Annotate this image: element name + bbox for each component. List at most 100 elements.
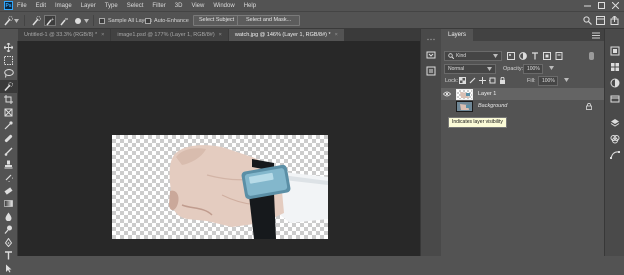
subtract-from-selection-button[interactable] bbox=[58, 15, 70, 26]
opacity-chevron-icon[interactable] bbox=[549, 66, 554, 70]
brush-size-picker[interactable] bbox=[74, 15, 89, 26]
menu-image[interactable]: Image bbox=[55, 3, 72, 9]
share-button[interactable] bbox=[610, 15, 619, 26]
right-panel-strip bbox=[604, 29, 624, 256]
add-to-selection-button[interactable]: + bbox=[44, 15, 56, 26]
eyedropper-tool[interactable] bbox=[0, 119, 17, 132]
history-panel-button[interactable] bbox=[421, 47, 441, 63]
channels-panel-button[interactable] bbox=[605, 131, 624, 147]
smart-object-filter-icon[interactable] bbox=[555, 52, 563, 60]
lasso-tool[interactable] bbox=[0, 67, 17, 80]
pen-tool[interactable] bbox=[0, 236, 17, 249]
search-button[interactable] bbox=[583, 15, 592, 26]
close-icon[interactable] bbox=[608, 0, 622, 11]
maximize-icon[interactable] bbox=[594, 0, 608, 11]
gradient-tool[interactable] bbox=[0, 197, 17, 210]
tab-untitled-1[interactable]: Untitled-1 @ 33.3% (RGB/8) * × bbox=[18, 29, 111, 41]
layer-row-layer-1[interactable]: Layer 1 bbox=[441, 88, 604, 100]
layer-kind-filter[interactable]: Kind bbox=[444, 51, 502, 61]
color-panel-button[interactable] bbox=[605, 43, 624, 59]
blend-mode-select[interactable]: Normal bbox=[444, 64, 496, 74]
share-icon bbox=[610, 16, 619, 25]
fill-chevron-icon[interactable] bbox=[564, 78, 569, 82]
pen-icon bbox=[4, 238, 13, 247]
separator bbox=[24, 15, 25, 26]
menu-window[interactable]: Window bbox=[213, 3, 234, 9]
tab-watch[interactable]: watch.jpg @ 146% (Layer 1, RGB/8#) * × bbox=[228, 29, 344, 41]
menu-3d[interactable]: 3D bbox=[175, 3, 183, 9]
swatches-panel-button[interactable] bbox=[605, 59, 624, 75]
menu-bar: Ps File Edit Image Layer Type Select Fil… bbox=[0, 0, 624, 11]
lock-image-pixels-icon[interactable] bbox=[469, 77, 476, 84]
tab-close-icon[interactable]: × bbox=[219, 32, 222, 38]
lock-all-icon[interactable] bbox=[499, 77, 506, 84]
brush-tool[interactable] bbox=[0, 145, 17, 158]
auto-enhance-checkbox[interactable] bbox=[145, 17, 151, 24]
type-layer-filter-icon[interactable] bbox=[531, 52, 539, 60]
sample-all-layers-checkbox[interactable] bbox=[99, 17, 105, 24]
blur-drop-icon bbox=[5, 212, 12, 221]
adjustment-layer-filter-icon[interactable] bbox=[519, 52, 527, 60]
path-selection-tool[interactable] bbox=[0, 262, 17, 275]
layer-visibility-toggle[interactable] bbox=[441, 91, 453, 97]
menu-file[interactable]: File bbox=[17, 3, 27, 9]
pixel-layer-filter-icon[interactable] bbox=[507, 52, 515, 60]
libraries-panel-button[interactable] bbox=[605, 91, 624, 107]
tab-close-icon[interactable]: × bbox=[335, 32, 338, 38]
auto-enhance-option[interactable]: Auto-Enhance bbox=[145, 15, 189, 26]
lock-position-icon[interactable] bbox=[479, 77, 486, 84]
lock-transparent-pixels-icon[interactable] bbox=[459, 77, 466, 84]
menu-help[interactable]: Help bbox=[244, 3, 256, 9]
fill-input[interactable]: 100% bbox=[538, 76, 558, 86]
select-subject-button[interactable]: Select Subject bbox=[193, 15, 241, 26]
filter-toggle-switch[interactable] bbox=[589, 52, 594, 60]
shape-layer-filter-icon[interactable] bbox=[543, 52, 551, 60]
photoshop-logo: Ps bbox=[4, 1, 13, 10]
healing-brush-tool[interactable] bbox=[0, 132, 17, 145]
eraser-tool[interactable] bbox=[0, 184, 17, 197]
panel-menu-button[interactable] bbox=[592, 32, 600, 39]
chevron-down-icon bbox=[14, 18, 19, 23]
paths-panel-button[interactable] bbox=[605, 147, 624, 163]
move-tool[interactable] bbox=[0, 41, 17, 54]
tool-preset-picker[interactable] bbox=[2, 15, 19, 26]
menu-view[interactable]: View bbox=[191, 3, 204, 9]
tab-image1[interactable]: image1.psd @ 177% (Layer 1, RGB/8#) × bbox=[111, 29, 228, 41]
marquee-tool[interactable] bbox=[0, 54, 17, 67]
new-selection-button[interactable] bbox=[30, 15, 42, 26]
subtract-from-selection-icon bbox=[58, 15, 70, 26]
clone-stamp-tool[interactable] bbox=[0, 158, 17, 171]
layer-row-background[interactable]: Background bbox=[441, 100, 604, 112]
crop-tool[interactable] bbox=[0, 93, 17, 106]
workspace-button[interactable] bbox=[596, 15, 605, 26]
blur-tool[interactable] bbox=[0, 210, 17, 223]
menu-type[interactable]: Type bbox=[105, 3, 118, 9]
opacity-input[interactable]: 100% bbox=[523, 64, 543, 74]
quick-selection-tool[interactable] bbox=[0, 80, 17, 93]
menu-layer[interactable]: Layer bbox=[81, 3, 96, 9]
panel-grip[interactable] bbox=[421, 31, 441, 47]
history-icon bbox=[426, 51, 436, 59]
layers-panel-button[interactable] bbox=[605, 115, 624, 131]
select-and-mask-button[interactable]: Select and Mask... bbox=[237, 15, 301, 26]
menu-select[interactable]: Select bbox=[127, 3, 144, 9]
color-icon bbox=[610, 46, 620, 56]
clone-stamp-icon bbox=[4, 160, 13, 169]
layer-thumbnail-image bbox=[457, 101, 472, 111]
frame-tool[interactable] bbox=[0, 106, 17, 119]
chevron-down-icon bbox=[493, 54, 498, 58]
properties-panel-button[interactable] bbox=[421, 63, 441, 79]
history-brush-tool[interactable] bbox=[0, 171, 17, 184]
menu-edit[interactable]: Edit bbox=[36, 3, 46, 9]
background-thumbnail bbox=[456, 100, 473, 112]
document-image[interactable] bbox=[112, 135, 328, 239]
layer-name: Layer 1 bbox=[478, 91, 497, 97]
tab-close-icon[interactable]: × bbox=[101, 32, 104, 38]
dodge-tool[interactable] bbox=[0, 223, 17, 236]
adjustments-panel-button[interactable] bbox=[605, 75, 624, 91]
menu-filter[interactable]: Filter bbox=[152, 3, 165, 9]
layers-tab[interactable]: Layers bbox=[441, 29, 474, 41]
auto-enhance-label: Auto-Enhance bbox=[154, 17, 189, 24]
minimize-icon[interactable] bbox=[580, 0, 594, 11]
lock-artboard-icon[interactable] bbox=[489, 77, 496, 84]
